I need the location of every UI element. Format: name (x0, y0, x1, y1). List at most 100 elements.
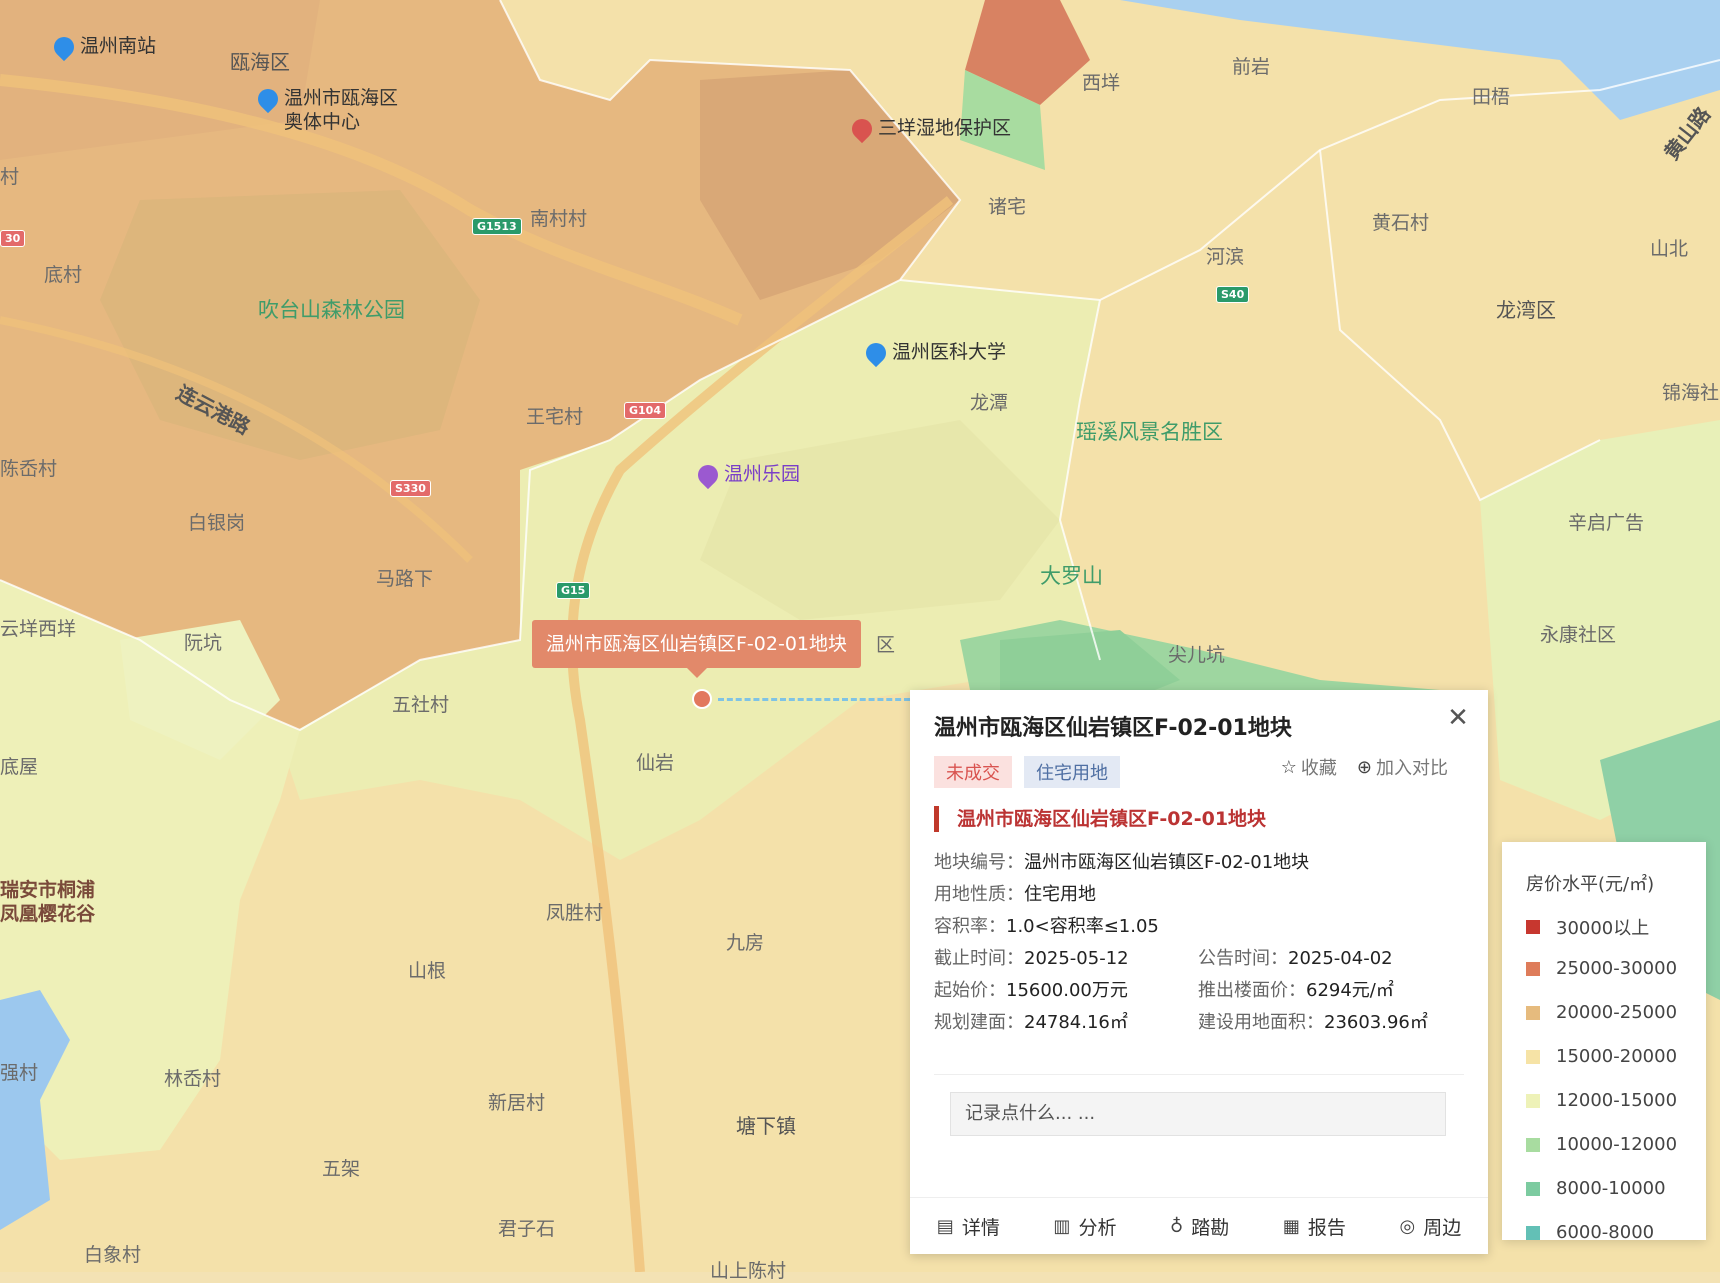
field-value: 住宅用地 (1024, 884, 1096, 905)
poi-marker[interactable]: 温州市瓯海区 奥体中心 (253, 84, 399, 134)
place-label: 区 (876, 634, 896, 656)
panel-tags: 未成交 住宅用地 (934, 756, 1120, 788)
field-land-area: 建设用地面积：23603.96㎡ (1198, 1008, 1428, 1034)
compare-label: 加入对比 (1376, 758, 1448, 779)
field-parcel-id: 地块编号：温州市瓯海区仙岩镇区F-02-01地块 (934, 848, 1309, 874)
place-label: 前岩 (1232, 56, 1271, 78)
parcel-marker-dot[interactable] (692, 689, 712, 709)
detail-button[interactable]: ▤ 详情 (937, 1213, 1000, 1240)
location-pin-icon (861, 338, 891, 368)
place-label: 九房 (726, 932, 765, 954)
place-label: 新居村 (488, 1092, 546, 1114)
place-label: 辛启广告 (1568, 512, 1645, 534)
favorite-button[interactable]: ☆ 收藏 (1281, 754, 1337, 780)
place-label: 五架 (322, 1158, 361, 1180)
parcel-info-panel: ✕ 温州市瓯海区仙岩镇区F-02-01地块 未成交 住宅用地 ☆ 收藏 ⊕ 加入对比… (910, 690, 1488, 1254)
place-label: 永康社区 (1540, 624, 1617, 646)
favorite-label: 收藏 (1300, 758, 1337, 779)
field-planned-area: 规划建面：24784.16㎡ (934, 1008, 1128, 1034)
poi-label: 温州医科大学 (892, 341, 1007, 363)
place-label: 山根 (408, 960, 447, 982)
poi-marker[interactable]: 瑞安市桐浦 凤凰樱花谷 (0, 878, 95, 926)
place-label: 底村 (44, 264, 83, 286)
place-label: 凤胜村 (546, 902, 604, 924)
highway-shield: G104 (624, 402, 666, 419)
legend-item: 8000-10000 (1526, 1178, 1666, 1199)
place-label: 仙岩 (636, 752, 675, 774)
place-label: 阮坑 (184, 632, 223, 654)
plus-circle-icon: ⊕ (1356, 756, 1372, 778)
legend-label: 12000-15000 (1556, 1090, 1678, 1111)
poi-label: 温州乐园 (724, 463, 801, 485)
place-label: 瓯海区 (230, 50, 290, 74)
star-icon: ☆ (1280, 756, 1297, 778)
legend-label: 6000-8000 (1556, 1222, 1655, 1240)
place-label: 马路下 (376, 568, 434, 590)
place-label: 王宅村 (526, 406, 584, 428)
place-label: 西垟 (1082, 72, 1121, 94)
close-icon[interactable]: ✕ (1438, 698, 1478, 738)
place-label: 诸宅 (988, 196, 1027, 218)
field-label: 公告时间： (1198, 948, 1288, 969)
highway-shield: S40 (1216, 286, 1250, 303)
parcel-marker-label[interactable]: 温州市瓯海区仙岩镇区F-02-01地块 (532, 620, 861, 678)
status-badge: 未成交 (934, 756, 1012, 788)
place-label: 尖儿坑 (1168, 644, 1226, 666)
legend-swatch (1526, 1005, 1540, 1020)
compare-button[interactable]: ⊕ 加入对比 (1357, 754, 1448, 780)
place-label: 山北 (1650, 238, 1689, 260)
analysis-button[interactable]: ▥ 分析 (1053, 1213, 1116, 1240)
field-label: 推出楼面价： (1198, 980, 1306, 1001)
legend-label: 8000-10000 (1556, 1178, 1666, 1199)
field-value: 2025-04-02 (1288, 948, 1393, 969)
legend-swatch (1526, 1225, 1540, 1240)
poi-label: 温州市瓯海区 奥体中心 (284, 87, 399, 133)
location-pin-icon (253, 84, 283, 114)
legend-swatch (1526, 1181, 1540, 1196)
legend-label: 20000-25000 (1556, 1002, 1678, 1023)
place-label: 田梧 (1472, 86, 1511, 108)
field-land-use: 用地性质：住宅用地 (934, 880, 1096, 906)
location-pin-icon (693, 460, 723, 490)
poi-marker[interactable]: 温州医科大学 (861, 338, 1007, 368)
highway-shield: G15 (556, 582, 591, 599)
highway-shield: S330 (390, 480, 431, 497)
legend-item: 6000-8000 (1526, 1222, 1654, 1240)
survey-button[interactable]: ♁ 踏勘 (1170, 1213, 1229, 1240)
place-label: 白银岗 (188, 512, 246, 534)
survey-label: 踏勘 (1191, 1216, 1230, 1239)
field-label: 地块编号： (934, 852, 1024, 873)
field-value: 2025-05-12 (1024, 948, 1129, 969)
report-button[interactable]: ▦ 报告 (1283, 1213, 1346, 1240)
note-input[interactable]: 记录点什么... ... (950, 1092, 1446, 1136)
poi-marker[interactable]: 温州南站 (49, 32, 156, 62)
report-label: 报告 (1307, 1216, 1346, 1239)
footprint-icon: ♁ (1170, 1215, 1184, 1237)
legend-swatch (1526, 1049, 1540, 1064)
place-label: 林岙村 (164, 1068, 222, 1090)
legend-item: 10000-12000 (1526, 1134, 1677, 1155)
legend-item: 20000-25000 (1526, 1002, 1677, 1023)
poi-marker[interactable]: 温州乐园 (693, 460, 801, 490)
panel-subheading: 温州市瓯海区仙岩镇区F-02-01地块 (934, 806, 1266, 832)
place-label: 黄石村 (1372, 212, 1430, 234)
nearby-button[interactable]: ◎ 周边 (1399, 1213, 1461, 1240)
legend-swatch (1526, 961, 1540, 976)
bar-chart-icon: ▥ (1053, 1215, 1071, 1237)
legend-item: 12000-15000 (1526, 1090, 1677, 1111)
place-label: 山上陈村 (710, 1260, 787, 1282)
place-label: 吹台山森林公园 (258, 298, 405, 322)
field-announce: 公告时间：2025-04-02 (1198, 944, 1393, 970)
field-label: 建设用地面积： (1198, 1012, 1324, 1033)
poi-marker[interactable]: 三垟湿地保护区 (847, 114, 1012, 144)
target-icon: ◎ (1399, 1215, 1416, 1237)
place-label: 龙湾区 (1496, 298, 1556, 322)
panel-actions: ☆ 收藏 ⊕ 加入对比 (1281, 754, 1448, 780)
place-label: 龙潭 (970, 392, 1009, 414)
poi-label: 三垟湿地保护区 (878, 117, 1012, 139)
place-label: 河滨 (1206, 246, 1245, 268)
field-value: 24784.16㎡ (1024, 1012, 1128, 1033)
field-label: 规划建面： (934, 1012, 1024, 1033)
place-label: 瑶溪风景名胜区 (1076, 420, 1223, 444)
place-label: 底屋 (0, 756, 39, 778)
